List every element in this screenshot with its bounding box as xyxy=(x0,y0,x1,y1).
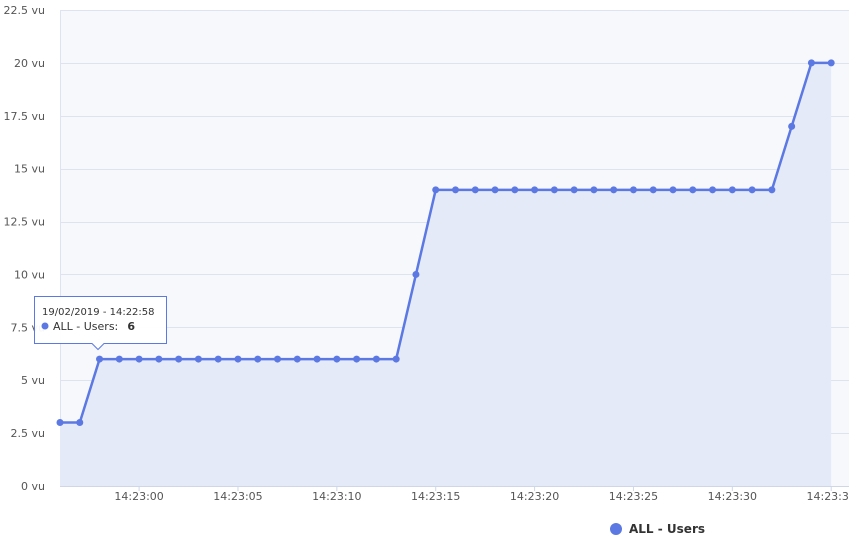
y-axis-tick-labels: 0 vu2.5 vu5 vu7.5 vu10 vu12.5 vu15 vu17.… xyxy=(4,4,45,493)
legend[interactable]: ALL - Users xyxy=(610,522,705,536)
data-point[interactable] xyxy=(313,355,321,363)
tooltip-series-marker xyxy=(41,322,49,330)
y-tick-label: 15 vu xyxy=(14,163,45,176)
y-tick-label: 17.5 vu xyxy=(4,110,45,123)
data-point[interactable] xyxy=(610,186,618,194)
tooltip: 19/02/2019 - 14:22:58 ALL - Users: 6 xyxy=(34,296,167,351)
chart-container: 0 vu 2.5 vu 5 vu 7.5 vu 10 vu 12.5 vu 15 vu 17.… xyxy=(0,0,849,539)
data-point[interactable] xyxy=(333,355,341,363)
data-point[interactable] xyxy=(293,355,301,363)
x-tick-label: 14:23:15 xyxy=(411,490,460,503)
data-point[interactable] xyxy=(531,186,539,194)
x-axis-tick-labels: 14:23:00 14:23:05 14:23:10 14:23:15 14:23:20… xyxy=(114,490,849,503)
x-tick-label: 14:23:00 xyxy=(114,490,163,503)
data-point[interactable] xyxy=(748,186,756,194)
y-tick-label: 0 vu xyxy=(21,480,45,493)
data-point[interactable] xyxy=(372,355,380,363)
tooltip-date: 19/02/2019 - 14:22:58 xyxy=(42,307,155,318)
data-point[interactable] xyxy=(807,59,815,67)
data-point[interactable] xyxy=(432,186,440,194)
data-point[interactable] xyxy=(768,186,776,194)
tooltip-series-label: ALL - Users: xyxy=(53,320,118,333)
data-point[interactable] xyxy=(471,186,479,194)
data-point[interactable] xyxy=(412,270,420,278)
data-point[interactable] xyxy=(491,186,499,194)
data-point[interactable] xyxy=(234,355,242,363)
data-point[interactable] xyxy=(649,186,657,194)
x-tick-label: 14:23:30 xyxy=(708,490,757,503)
data-point[interactable] xyxy=(629,186,637,194)
y-tick-label: 12.5 vu xyxy=(4,216,45,229)
y-tick-label: 10 vu xyxy=(14,268,45,281)
x-tick-label: 14:23:05 xyxy=(213,490,262,503)
data-point[interactable] xyxy=(194,355,202,363)
data-point[interactable] xyxy=(570,186,578,194)
data-point[interactable] xyxy=(669,186,677,194)
data-point[interactable] xyxy=(550,186,558,194)
data-point[interactable] xyxy=(353,355,361,363)
legend-label[interactable]: ALL - Users xyxy=(629,522,705,536)
data-point[interactable] xyxy=(728,186,736,194)
y-tick-label: 22.5 vu xyxy=(4,4,45,17)
data-point[interactable] xyxy=(788,122,796,130)
tooltip-value: 6 xyxy=(127,320,135,333)
data-point[interactable] xyxy=(96,355,104,363)
data-point[interactable] xyxy=(511,186,519,194)
y-tick-label: 2.5 vu xyxy=(11,427,45,440)
data-point[interactable] xyxy=(274,355,282,363)
x-tick-label: 14:23:20 xyxy=(510,490,559,503)
data-point[interactable] xyxy=(135,355,143,363)
data-point[interactable] xyxy=(155,355,163,363)
data-point[interactable] xyxy=(689,186,697,194)
x-tick-label: 14:23:35 xyxy=(806,490,849,503)
data-point[interactable] xyxy=(392,355,400,363)
data-point[interactable] xyxy=(827,59,835,67)
data-point[interactable] xyxy=(451,186,459,194)
legend-marker[interactable] xyxy=(610,523,622,535)
data-point[interactable] xyxy=(115,355,123,363)
data-point[interactable] xyxy=(76,419,84,427)
y-tick-label: 20 vu xyxy=(14,57,45,70)
y-tick-label: 5 vu xyxy=(21,374,45,387)
data-point[interactable] xyxy=(56,419,64,427)
data-point[interactable] xyxy=(590,186,598,194)
x-tick-label: 14:23:10 xyxy=(312,490,361,503)
x-tick-label: 14:23:25 xyxy=(609,490,658,503)
line-chart: 0 vu2.5 vu5 vu7.5 vu10 vu12.5 vu15 vu17.… xyxy=(4,4,849,536)
data-point[interactable] xyxy=(709,186,717,194)
data-point[interactable] xyxy=(175,355,183,363)
data-point[interactable] xyxy=(214,355,222,363)
data-point[interactable] xyxy=(254,355,262,363)
